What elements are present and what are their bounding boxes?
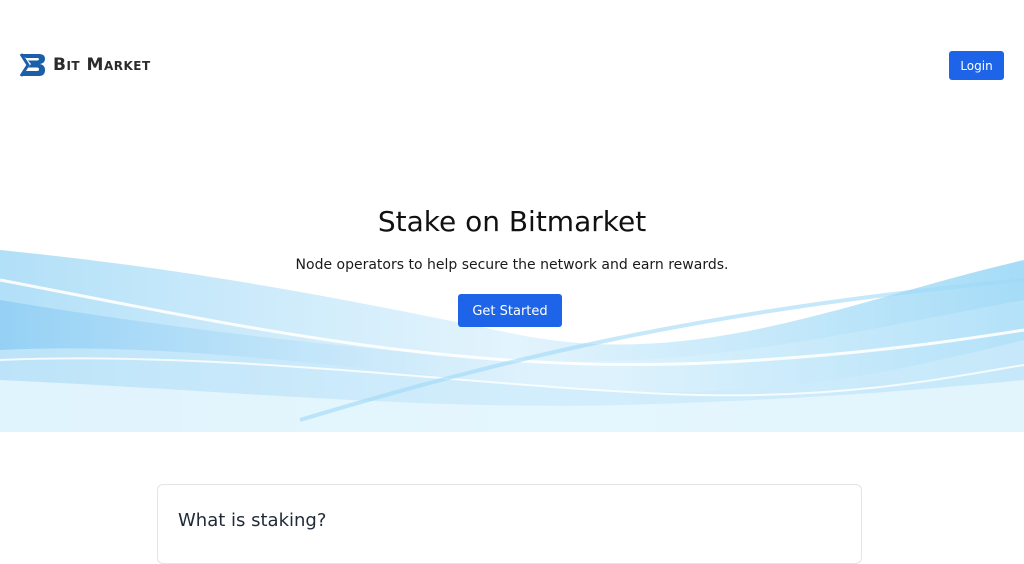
hero-subtitle: Node operators to help secure the networ… [295,257,729,273]
site-header: Bit Market Login [0,0,1024,132]
get-started-button[interactable]: Get Started [458,294,562,327]
login-button[interactable]: Login [949,51,1004,80]
brand-name: Bit Market [53,55,151,75]
hero-title: Stake on Bitmarket [377,205,647,238]
hero-section: Stake on Bitmarket Node operators to hel… [0,132,1024,432]
faq-card: What is staking? [157,484,862,564]
bit-market-logo-icon [19,52,47,78]
faq-question-title: What is staking? [178,510,327,531]
brand-logo[interactable]: Bit Market [19,52,151,78]
